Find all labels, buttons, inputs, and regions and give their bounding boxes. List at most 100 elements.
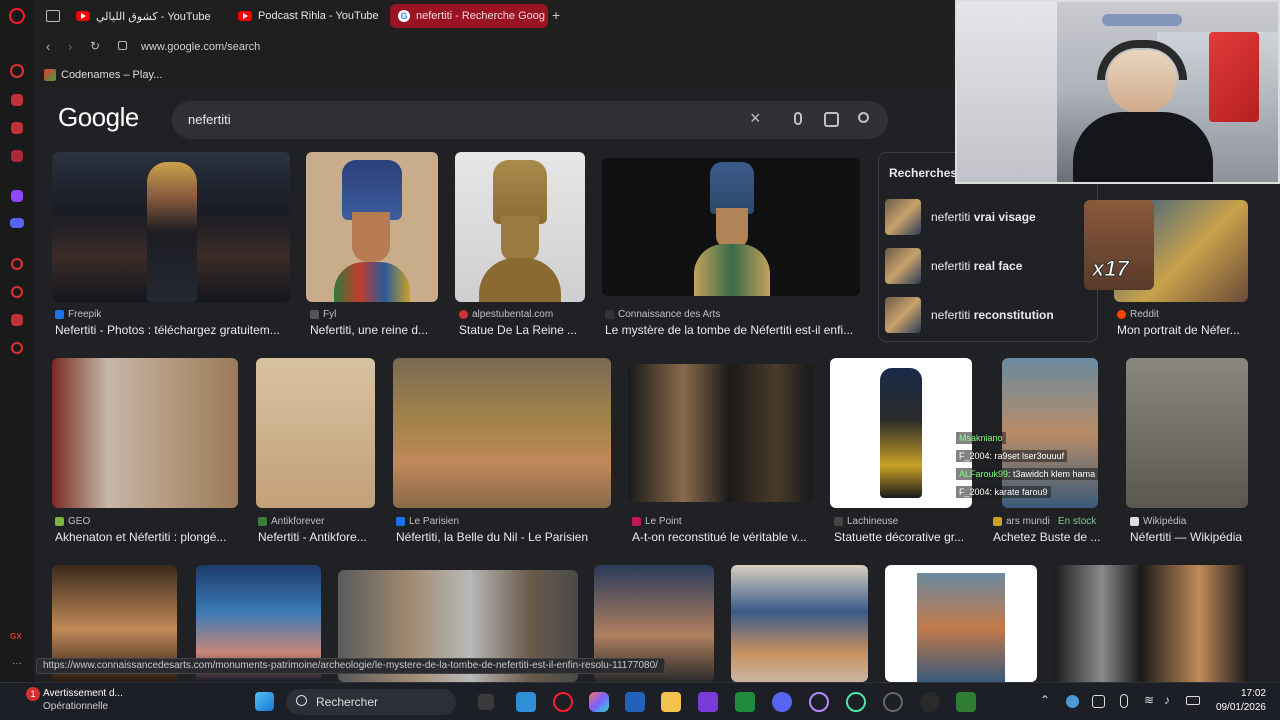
xbox-icon[interactable] [735, 692, 755, 712]
history-icon[interactable] [11, 286, 23, 298]
bookmark-codenames[interactable]: Codenames – Play... [44, 69, 162, 81]
terminal-icon[interactable] [956, 692, 976, 712]
result-caption[interactable]: Néfertiti — Wikipédia [1130, 530, 1260, 544]
microphone-icon[interactable] [1120, 694, 1128, 708]
result-image[interactable] [628, 364, 813, 502]
more-icon[interactable]: ··· [12, 658, 22, 669]
browser-icon[interactable] [883, 692, 903, 712]
result-caption[interactable]: Mon portrait de Néfer... [1117, 323, 1248, 337]
result-image[interactable] [256, 358, 375, 508]
twitch-icon[interactable] [11, 190, 23, 202]
taskbar-search[interactable]: Rechercher [286, 689, 456, 715]
result-image[interactable] [52, 152, 290, 302]
opera-alt-icon[interactable] [846, 692, 866, 712]
chat-user: ALFarouk99 [959, 469, 1009, 479]
result-image[interactable] [52, 358, 238, 508]
result-image[interactable] [1126, 358, 1248, 508]
result-source[interactable]: Le Point [632, 516, 682, 527]
tab-youtube-2[interactable]: Podcast Rihla - YouTube [230, 4, 390, 28]
result-source[interactable]: GEO [55, 516, 90, 527]
bookmarks-bar: Codenames – Play... [34, 62, 952, 90]
discord-icon[interactable] [772, 692, 792, 712]
result-image[interactable] [731, 565, 868, 682]
messenger-icon[interactable] [11, 150, 23, 162]
stock-badge: En stock [1057, 516, 1097, 527]
lens-icon[interactable] [824, 112, 839, 127]
clock-date[interactable]: 09/01/2026 [1211, 702, 1266, 713]
app-icon[interactable] [698, 692, 718, 712]
clock-time[interactable]: 17:02 [1211, 688, 1266, 699]
news-icon[interactable] [11, 122, 23, 134]
tray-chevron-icon[interactable]: ⌃ [1040, 693, 1050, 707]
tray-sync-icon[interactable] [1092, 695, 1105, 708]
result-source[interactable]: Freepik [55, 309, 101, 320]
result-caption[interactable]: Nefertiti - Antikfore... [258, 530, 375, 544]
tab-youtube-1[interactable]: كشوق الليالي - YouTube [68, 4, 228, 28]
result-source[interactable]: Antikforever [258, 516, 324, 527]
settings-icon[interactable] [11, 342, 23, 354]
gx-icon[interactable]: GX [10, 632, 22, 641]
battery-icon[interactable] [1186, 696, 1200, 705]
taskview-icon[interactable] [478, 694, 494, 710]
url-field[interactable]: www.google.com/search [141, 41, 260, 53]
result-caption[interactable]: Néfertiti, la Belle du Nil - Le Parisien [396, 530, 611, 544]
new-tab-icon[interactable]: + [552, 7, 560, 23]
mic-icon[interactable] [794, 112, 802, 125]
result-image[interactable] [306, 152, 438, 302]
windows-start-icon[interactable] [255, 692, 274, 711]
related-item[interactable]: nefertiti real face [885, 244, 1095, 288]
chat-user: F_2004 [959, 451, 990, 461]
result-source[interactable]: Connaissance des Arts [605, 309, 720, 320]
result-image[interactable] [393, 358, 611, 508]
opera-gx-icon[interactable] [809, 692, 829, 712]
search-input[interactable]: nefertiti [188, 112, 231, 127]
result-caption[interactable]: Le mystère de la tombe de Néfertiti est-… [605, 323, 860, 337]
related-item[interactable]: nefertiti vrai visage [885, 195, 1095, 239]
workspace-icon[interactable] [11, 94, 23, 106]
discord-icon[interactable] [10, 218, 24, 228]
result-source[interactable]: Reddit [1117, 309, 1159, 320]
speed-dial-icon[interactable] [10, 64, 24, 78]
store-icon[interactable] [625, 692, 645, 712]
reload-icon[interactable]: ↻ [90, 39, 100, 53]
file-explorer-icon[interactable] [661, 692, 681, 712]
result-image[interactable] [455, 152, 585, 302]
result-caption[interactable]: Nefertiti, une reine d... [310, 323, 438, 337]
related-item[interactable]: nefertiti reconstitution [885, 293, 1095, 337]
result-caption[interactable]: A-t-on reconstitué le véritable v... [632, 530, 813, 544]
result-image[interactable] [830, 358, 972, 508]
result-source[interactable]: ars mundi En stock [993, 516, 1096, 527]
wifi-icon[interactable]: ≋ [1144, 693, 1154, 707]
result-image[interactable] [885, 565, 1037, 682]
opera-icon[interactable] [553, 692, 573, 712]
result-source[interactable]: alpestubental.com [459, 309, 553, 320]
tray-app-icon[interactable] [1066, 695, 1079, 708]
result-image[interactable] [1053, 565, 1248, 682]
back-icon[interactable]: ‹ [46, 39, 50, 54]
tab-google-search[interactable]: G nefertiti - Recherche Goog [390, 4, 548, 28]
result-source[interactable]: Fyl [310, 309, 336, 320]
opera-logo-icon[interactable] [9, 8, 25, 24]
widgets-icon[interactable] [516, 692, 536, 712]
tab-menu-icon[interactable] [46, 10, 60, 22]
google-logo[interactable]: Google [58, 102, 139, 133]
obs-icon[interactable] [920, 692, 940, 712]
result-source[interactable]: Lachineuse [834, 516, 898, 527]
result-source[interactable]: Le Parisien [396, 516, 459, 527]
result-caption[interactable]: Statue De La Reine ... [459, 323, 585, 337]
result-caption[interactable]: Akhenaton et Néfertiti : plongé... [55, 530, 237, 544]
search-icon[interactable] [858, 112, 869, 123]
tab-label: كشوق الليالي - YouTube [96, 10, 211, 23]
result-caption[interactable]: Achetez Buste de ... [993, 530, 1103, 544]
result-source[interactable]: Wikipédia [1130, 516, 1186, 527]
result-caption[interactable]: Nefertiti - Photos : téléchargez gratuit… [55, 323, 287, 337]
player-icon[interactable] [11, 258, 23, 270]
volume-icon[interactable]: ♪ [1164, 693, 1170, 707]
result-image[interactable] [602, 158, 860, 296]
copilot-icon[interactable] [589, 692, 609, 712]
forward-icon[interactable]: › [68, 39, 72, 54]
clear-icon[interactable]: × [750, 108, 761, 129]
result-caption[interactable]: Statuette décorative gr... [834, 530, 972, 544]
notification-widget[interactable]: 1 Avertissement d... Opérationnelle [10, 687, 190, 717]
extensions-icon[interactable] [11, 314, 23, 326]
